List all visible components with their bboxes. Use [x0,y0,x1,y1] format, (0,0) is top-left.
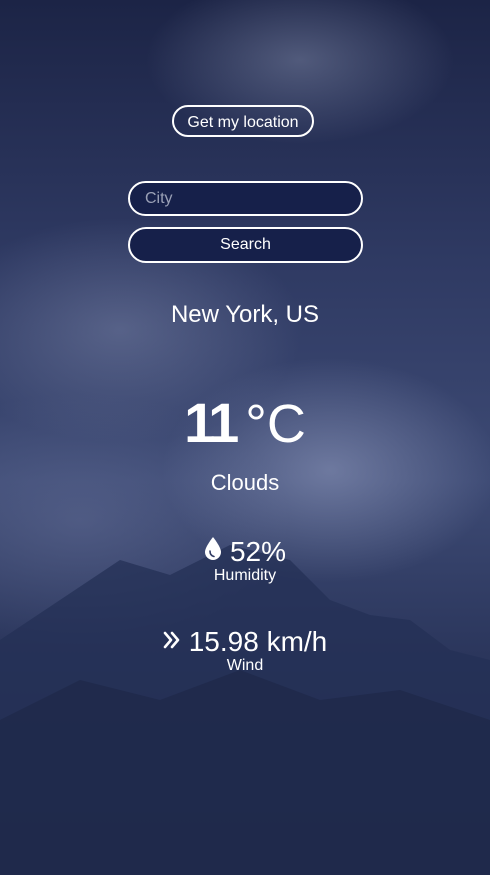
humidity-block: 52% Humidity [0,535,490,585]
humidity-label: Humidity [213,567,277,584]
water-drop-icon [204,534,222,568]
weather-description: Clouds [210,470,280,495]
double-chevron-right-icon [163,624,181,658]
temperature-display: 11 °C [0,390,490,455]
search-button[interactable]: Search [128,227,363,263]
get-location-button[interactable]: Get my location [172,105,314,137]
temperature-value: 11 [184,391,239,454]
wind-value: 15.98 km/h [188,626,328,657]
wind-block: 15.98 km/h Wind [0,625,490,675]
city-input[interactable] [128,181,363,216]
humidity-value: 52% [229,536,287,567]
location-name: New York, US [170,301,320,328]
temperature-unit: °C [245,394,306,454]
wind-label: Wind [226,657,264,674]
weather-app: Get my location Search New York, US 11°C… [0,0,490,875]
